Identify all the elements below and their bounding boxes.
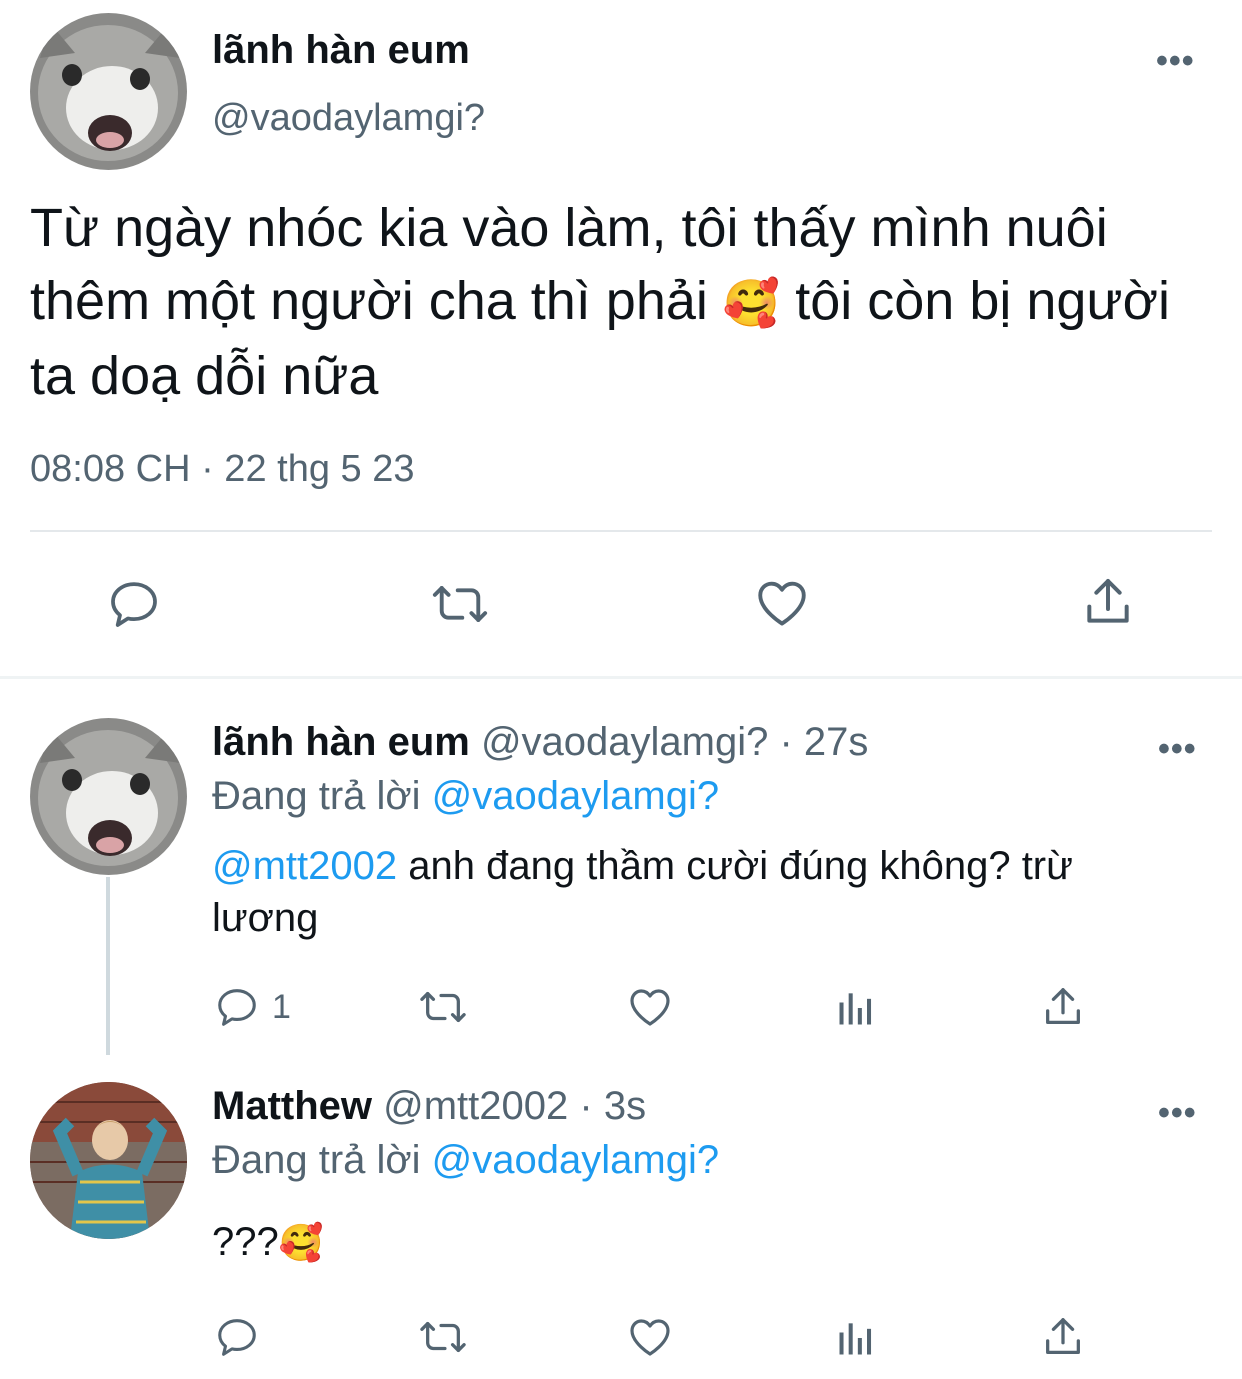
avatar-reply-author[interactable] — [30, 1082, 187, 1239]
thread-connector-line — [106, 877, 110, 1055]
author-handle[interactable]: @vaodaylamgi? — [481, 720, 768, 764]
mention-link[interactable]: @mtt2002 — [212, 844, 397, 888]
replying-to: Đang trả lời @vaodaylamgi? — [212, 774, 719, 819]
reply-text: @mtt2002 anh đang thầm cười đúng không? … — [212, 840, 1212, 944]
replying-to: Đang trả lời @vaodaylamgi? — [212, 1138, 719, 1183]
reply-icon[interactable] — [106, 576, 162, 632]
author-name[interactable]: lãnh hàn eum — [212, 720, 470, 764]
reply-text-segment: anh đang thầm cười đúng không? trừ — [397, 844, 1073, 888]
like-icon[interactable] — [626, 1313, 674, 1361]
author-handle[interactable]: @vaodaylamgi? — [212, 97, 485, 140]
divider — [0, 676, 1242, 679]
avatar-main-author[interactable] — [30, 13, 187, 170]
more-options-icon[interactable]: ••• — [1158, 732, 1197, 766]
share-icon[interactable] — [1040, 984, 1086, 1030]
replying-to-label: Đang trả lời — [212, 774, 421, 818]
tweet-timestamp[interactable]: 08:08 CH · 22 thg 5 23 — [30, 448, 414, 491]
tweet-text-line: Từ ngày nhóc kia vào làm, tôi thấy mình … — [30, 198, 1108, 258]
reply-header: lãnh hàn eum @vaodaylamgi? · 27s — [212, 720, 868, 765]
more-options-icon[interactable]: ••• — [1156, 44, 1195, 78]
like-icon[interactable] — [626, 983, 674, 1031]
retweet-icon[interactable] — [428, 576, 492, 632]
reply-text-segment: ??? — [212, 1220, 279, 1264]
retweet-icon[interactable] — [416, 984, 470, 1030]
author-handle[interactable]: @mtt2002 — [383, 1084, 568, 1128]
tweet-text-line: thêm một người cha thì phải 🥰 tôi còn bị… — [30, 265, 1230, 340]
reply-icon[interactable] — [214, 1314, 260, 1360]
author-name[interactable]: lãnh hàn eum — [212, 28, 470, 73]
tweet-text-segment: tôi còn bị người — [795, 271, 1170, 331]
reply-header: Matthew @mtt2002 · 3s — [212, 1084, 646, 1129]
reply-text-line: lương — [212, 896, 319, 940]
divider — [30, 530, 1212, 532]
tweet-text: Từ ngày nhóc kia vào làm, tôi thấy mình … — [30, 192, 1230, 413]
retweet-icon[interactable] — [416, 1314, 470, 1360]
more-options-icon[interactable]: ••• — [1158, 1096, 1197, 1130]
avatar-reply-author[interactable] — [30, 718, 187, 875]
tweet-text-line: ta doạ dỗi nữa — [30, 346, 379, 406]
analytics-icon[interactable] — [834, 986, 878, 1030]
reply-count: 1 — [272, 988, 291, 1026]
replying-to-link[interactable]: @vaodaylamgi? — [432, 774, 719, 818]
replying-to-link[interactable]: @vaodaylamgi? — [432, 1138, 719, 1182]
tweet-text-segment: thêm một người cha thì phải — [30, 271, 708, 331]
reply-time[interactable]: · 27s — [779, 720, 868, 764]
reply-icon[interactable] — [214, 984, 260, 1030]
share-icon[interactable] — [1080, 574, 1136, 630]
replying-to-label: Đang trả lời — [212, 1138, 421, 1182]
smiling-hearts-emoji: 🥰 — [278, 1222, 324, 1263]
author-name[interactable]: Matthew — [212, 1084, 372, 1128]
reply-time[interactable]: · 3s — [579, 1084, 646, 1128]
analytics-icon[interactable] — [834, 1316, 878, 1360]
like-icon[interactable] — [752, 574, 812, 632]
smiling-hearts-emoji: 🥰 — [722, 277, 781, 329]
reply-text: ???🥰 — [212, 1220, 324, 1265]
share-icon[interactable] — [1040, 1314, 1086, 1360]
